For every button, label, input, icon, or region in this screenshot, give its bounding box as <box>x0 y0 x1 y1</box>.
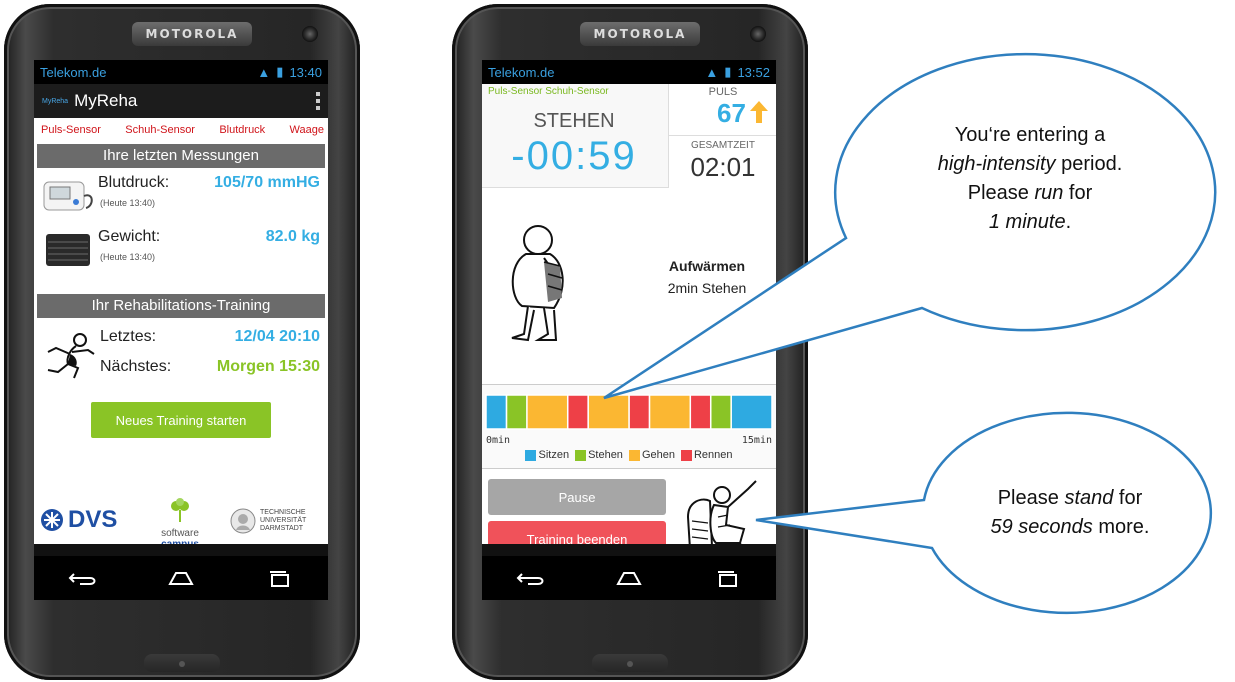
upper-callout-text: You‘re entering a high-intensity period.… <box>937 124 1123 233</box>
lower-callout-text: Please stand for 59 seconds more. <box>990 487 1150 538</box>
callout-shapes <box>603 52 1217 615</box>
